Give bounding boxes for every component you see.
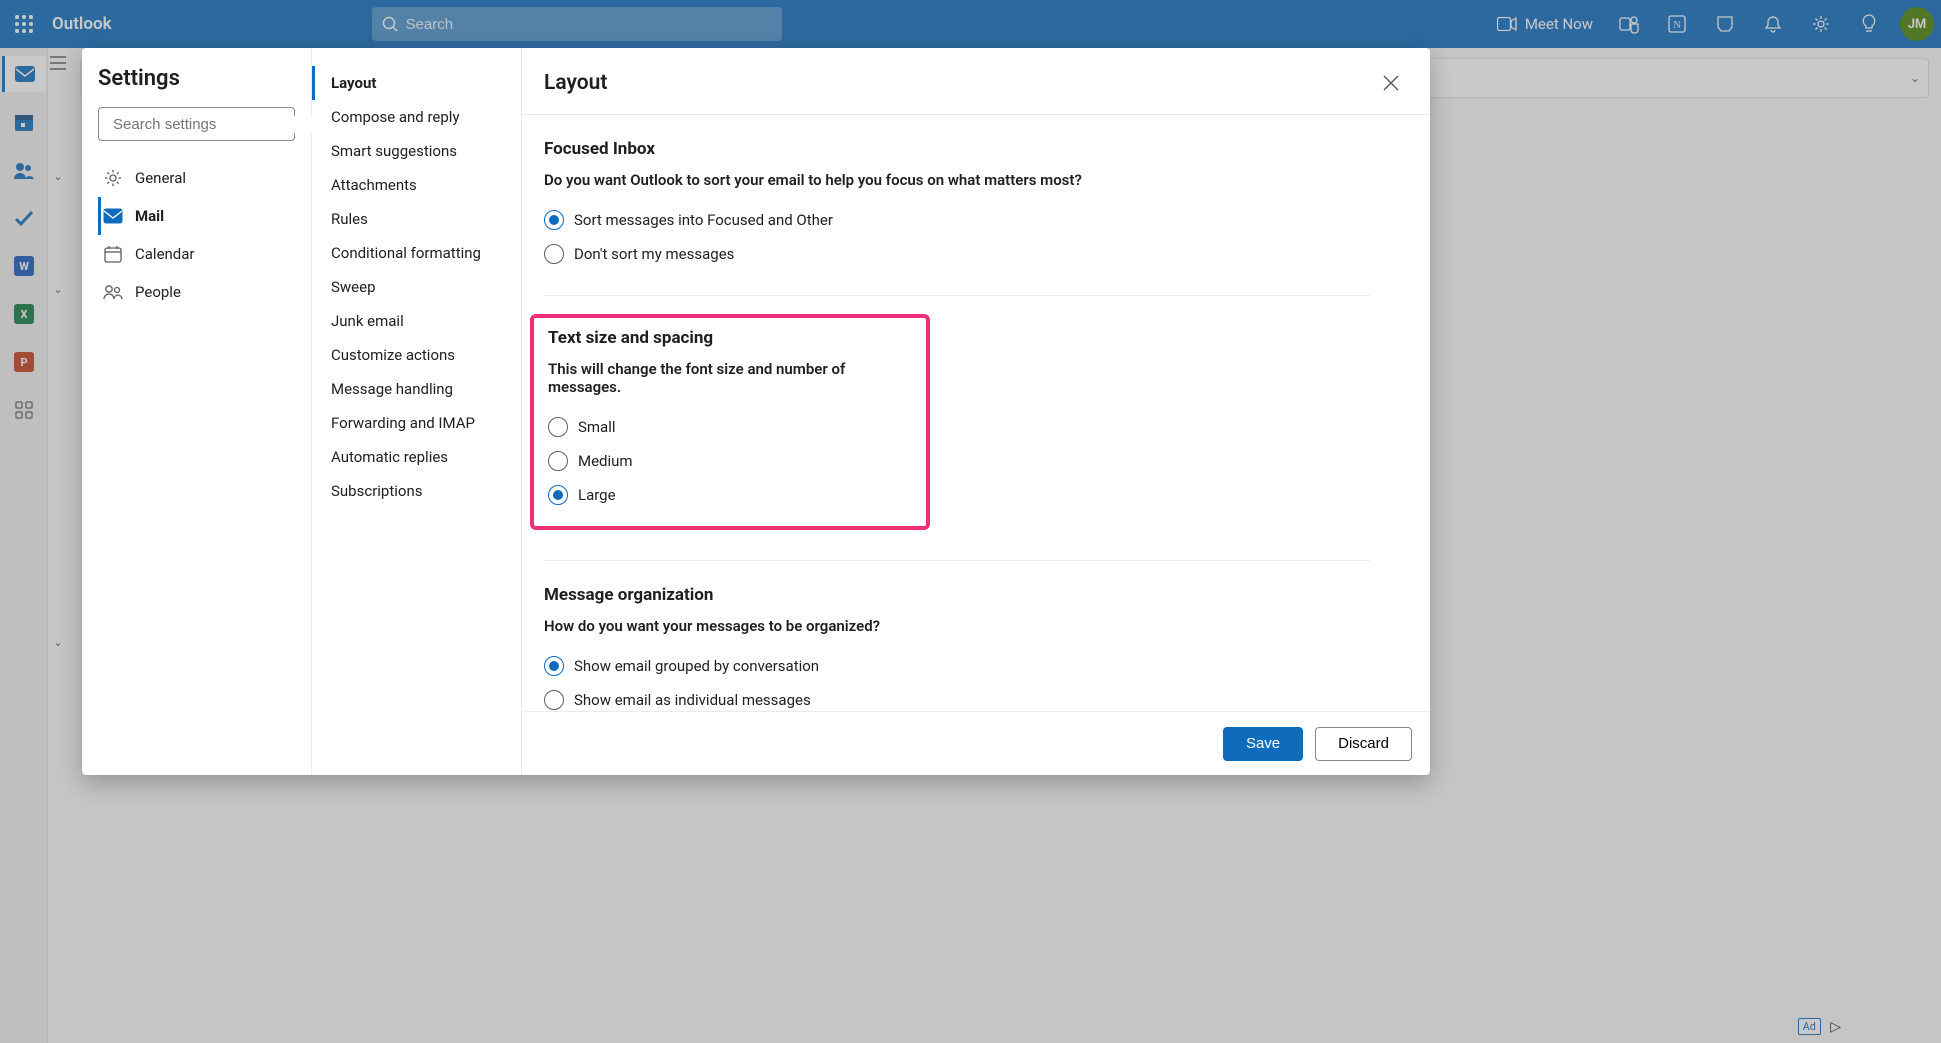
settings-category-general[interactable]: General: [98, 159, 295, 197]
radio-indicator: [544, 210, 564, 230]
subnav-label: Smart suggestions: [331, 142, 457, 160]
radio-text-medium[interactable]: Medium: [548, 444, 912, 478]
settings-title: Settings: [98, 66, 295, 91]
people-icon: [103, 284, 123, 300]
settings-content-header: Layout: [522, 48, 1430, 115]
subnav-attachments[interactable]: Attachments: [312, 168, 521, 202]
subnav-label: Automatic replies: [331, 448, 448, 466]
settings-scroll-region[interactable]: Focused Inbox Do you want Outlook to sor…: [522, 115, 1430, 711]
subnav-label: Subscriptions: [331, 482, 422, 500]
section-heading: Text size and spacing: [548, 328, 912, 348]
settings-search-input[interactable]: [113, 116, 312, 133]
subnav-customize-actions[interactable]: Customize actions: [312, 338, 521, 372]
subnav-subscriptions[interactable]: Subscriptions: [312, 474, 521, 508]
radio-indicator: [544, 656, 564, 676]
section-description: How do you want your messages to be orga…: [544, 617, 1370, 635]
close-button[interactable]: [1374, 66, 1408, 100]
settings-search[interactable]: [98, 107, 295, 141]
subnav-label: Layout: [331, 74, 376, 92]
subnav-layout[interactable]: Layout: [312, 66, 521, 100]
settings-category-calendar[interactable]: Calendar: [98, 235, 295, 273]
radio-indicator: [544, 244, 564, 264]
subnav-label: Customize actions: [331, 346, 455, 364]
page-title: Layout: [544, 71, 607, 95]
settings-subnav-panel: Layout Compose and reply Smart suggestio…: [312, 48, 522, 775]
radio-label: Don't sort my messages: [574, 245, 734, 263]
category-label: Mail: [135, 207, 164, 225]
section-heading: Message organization: [544, 585, 1370, 605]
discard-button[interactable]: Discard: [1315, 727, 1412, 761]
subnav-label: Attachments: [331, 176, 417, 194]
subnav-sweep[interactable]: Sweep: [312, 270, 521, 304]
subnav-compose-reply[interactable]: Compose and reply: [312, 100, 521, 134]
subnav-rules[interactable]: Rules: [312, 202, 521, 236]
radio-msg-individual[interactable]: Show email as individual messages: [544, 683, 1370, 711]
settings-category-people[interactable]: People: [98, 273, 295, 311]
section-description: This will change the font size and numbe…: [548, 360, 912, 396]
subnav-label: Forwarding and IMAP: [331, 414, 475, 432]
radio-label: Large: [578, 486, 616, 504]
subnav-forwarding-imap[interactable]: Forwarding and IMAP: [312, 406, 521, 440]
calendar-icon: [103, 245, 123, 263]
section-focused-inbox: Focused Inbox Do you want Outlook to sor…: [544, 135, 1370, 296]
section-message-organization: Message organization How do you want you…: [544, 581, 1370, 711]
radio-indicator: [544, 690, 564, 710]
settings-category-list: General Mail Calendar People: [98, 159, 295, 311]
category-label: People: [135, 283, 181, 301]
close-icon: [1383, 75, 1399, 91]
radio-indicator: [548, 485, 568, 505]
settings-footer: Save Discard: [522, 711, 1430, 775]
highlight-annotation: Text size and spacing This will change t…: [530, 314, 930, 530]
subnav-label: Rules: [331, 210, 368, 228]
gear-icon: [103, 169, 123, 187]
subnav-message-handling[interactable]: Message handling: [312, 372, 521, 406]
settings-categories-panel: Settings General Mail Calendar People: [82, 48, 312, 775]
subnav-junk-email[interactable]: Junk email: [312, 304, 521, 338]
subnav-conditional-formatting[interactable]: Conditional formatting: [312, 236, 521, 270]
radio-label: Medium: [578, 452, 633, 470]
radio-msg-grouped[interactable]: Show email grouped by conversation: [544, 649, 1370, 683]
settings-content-panel: Layout Focused Inbox Do you want Outlook…: [522, 48, 1430, 775]
radio-indicator: [548, 451, 568, 471]
settings-modal: Settings General Mail Calendar People: [82, 48, 1430, 775]
radio-text-small[interactable]: Small: [548, 410, 912, 444]
save-button[interactable]: Save: [1223, 727, 1303, 761]
radio-label: Sort messages into Focused and Other: [574, 211, 833, 229]
category-label: Calendar: [135, 245, 195, 263]
subnav-automatic-replies[interactable]: Automatic replies: [312, 440, 521, 474]
subnav-label: Message handling: [331, 380, 453, 398]
radio-label: Small: [578, 418, 616, 436]
subnav-label: Conditional formatting: [331, 244, 481, 262]
settings-category-mail[interactable]: Mail: [98, 197, 295, 235]
radio-text-large[interactable]: Large: [548, 478, 912, 512]
subnav-label: Sweep: [331, 278, 376, 296]
radio-indicator: [548, 417, 568, 437]
radio-label: Show email as individual messages: [574, 691, 811, 709]
radio-label: Show email grouped by conversation: [574, 657, 819, 675]
mail-icon: [103, 208, 123, 224]
radio-focused-sort[interactable]: Sort messages into Focused and Other: [544, 203, 1370, 237]
section-description: Do you want Outlook to sort your email t…: [544, 171, 1370, 189]
category-label: General: [135, 169, 186, 187]
section-text-size: Text size and spacing This will change t…: [544, 316, 1370, 561]
subnav-label: Compose and reply: [331, 108, 460, 126]
subnav-label: Junk email: [331, 312, 404, 330]
subnav-smart-suggestions[interactable]: Smart suggestions: [312, 134, 521, 168]
section-heading: Focused Inbox: [544, 139, 1370, 159]
radio-focused-dont-sort[interactable]: Don't sort my messages: [544, 237, 1370, 271]
